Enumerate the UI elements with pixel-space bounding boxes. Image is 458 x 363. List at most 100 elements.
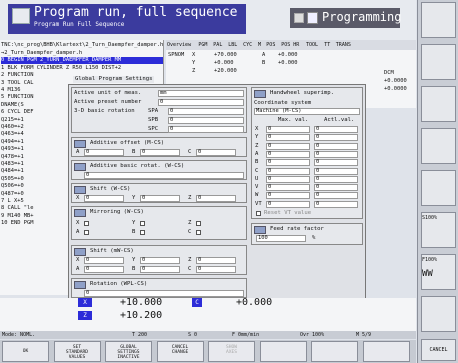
status-tab[interactable]: Overview <box>167 40 191 50</box>
mirror-x-check[interactable] <box>84 221 89 226</box>
status-tab[interactable]: LBL <box>228 40 237 50</box>
softkey[interactable]: OK <box>2 341 49 362</box>
sidebar-mode-button[interactable] <box>421 2 456 38</box>
sidebar-cancel[interactable]: CANCEL <box>421 339 456 361</box>
softkey[interactable]: SHOW AXES <box>208 341 255 362</box>
program-line[interactable]: Q487=+0 <box>1 191 24 198</box>
status-tab[interactable]: TT <box>324 40 330 50</box>
sidebar-display-button[interactable] <box>421 170 456 206</box>
status-tab[interactable]: POS <box>266 40 275 50</box>
program-line[interactable]: Q460=+2 <box>1 124 24 131</box>
feed-field[interactable]: 100 <box>256 235 306 242</box>
sidebar-s-override[interactable]: S100% <box>421 212 456 248</box>
hw-max-field[interactable]: 0 <box>266 142 310 150</box>
status-tab[interactable]: CYC <box>243 40 252 50</box>
program-line[interactable]: 0 BEGIN PGM 2_TURN_DAEMPFER_DAMPER MM <box>1 57 163 65</box>
program-line[interactable]: 7 L X+5 <box>1 198 24 205</box>
axis-b-label: B <box>132 149 136 155</box>
sidebar-axis-button[interactable] <box>421 128 456 164</box>
status-tab[interactable]: PAL <box>213 40 222 50</box>
reset-vt-label: Reset VT value <box>264 210 312 216</box>
mw-a-field[interactable]: 0 <box>84 266 124 273</box>
hw-axis-label: B <box>255 159 259 166</box>
mirror-b-check[interactable] <box>140 230 145 235</box>
program-line[interactable]: Q463=+4 <box>1 131 24 138</box>
program-line[interactable]: Q506=+0 <box>1 183 24 190</box>
status-tab[interactable]: TRANS <box>336 40 351 50</box>
shift-y-field[interactable]: 0 <box>140 195 180 202</box>
mirror-c-check[interactable] <box>196 230 201 235</box>
mw-b-field[interactable]: 0 <box>140 266 180 273</box>
hw-max-field[interactable]: 0 <box>266 200 310 208</box>
program-line[interactable]: 4 M136 <box>1 87 20 94</box>
sidebar-spindle-button[interactable] <box>421 44 456 80</box>
hw-max-field[interactable]: 0 <box>266 134 310 142</box>
spc-field[interactable]: 0 <box>168 126 244 133</box>
mw-z-field[interactable]: 0 <box>196 257 236 264</box>
feed-label: Feed rate factor <box>270 226 324 232</box>
program-line[interactable]: Q483=+1 <box>1 161 24 168</box>
mw-c-field[interactable]: 0 <box>196 266 236 273</box>
program-line[interactable]: Q478=+1 <box>1 154 24 161</box>
program-line[interactable]: Q493=+1 <box>1 146 24 153</box>
status-tab[interactable]: PGM <box>198 40 207 50</box>
hw-max-field[interactable]: 0 <box>266 159 310 167</box>
hw-max-field[interactable]: 0 <box>266 184 310 192</box>
hw-axis-label: W <box>255 192 259 199</box>
mirror-y-check[interactable] <box>140 221 145 226</box>
shift-x-field[interactable]: 0 <box>84 195 124 202</box>
softkey[interactable] <box>259 341 307 362</box>
program-line[interactable]: →2_Turn_Daempfer_damper.h <box>1 50 82 57</box>
status-tabs[interactable]: Overview PGM PAL LBL CYC M POS POS HR TOOL TT TRAN… <box>166 40 416 50</box>
reset-vt-check[interactable] <box>256 211 261 216</box>
program-line[interactable]: 6 CYCL DEF <box>1 109 33 116</box>
mw-a-label: A <box>76 266 80 272</box>
program-line[interactable]: 10 END PGM <box>1 220 33 227</box>
hw-max-field[interactable]: 0 <box>266 175 310 183</box>
status-tab[interactable]: POS HR <box>281 40 299 50</box>
hw-max-field[interactable]: 0 <box>266 167 310 175</box>
mirror-z-check[interactable] <box>196 221 201 226</box>
program-line[interactable]: 2 FUNCTION <box>1 72 33 79</box>
hw-max-field[interactable]: 0 <box>266 192 310 200</box>
offset-a-field[interactable]: 0 <box>84 149 124 156</box>
actl-val-label: Actl.val. <box>324 117 355 123</box>
feed-icon <box>254 226 266 234</box>
programming-mode-button[interactable]: Programming <box>290 8 401 28</box>
program-line[interactable]: 1 BLK FORM CYLINDER Z R50 L150 DIST+2 <box>1 65 121 72</box>
offset-c-field[interactable]: 0 <box>196 149 236 156</box>
softkey[interactable] <box>362 341 410 362</box>
mw-x-field[interactable]: 0 <box>84 257 124 264</box>
program-line[interactable]: Q484=+1 <box>1 168 24 175</box>
status-tab[interactable]: M <box>258 40 261 50</box>
program-line[interactable]: DNAME(S <box>1 102 24 109</box>
basic-rot-field[interactable]: 0 <box>84 172 244 179</box>
sidebar-f-override[interactable]: F100% WW <box>421 254 456 290</box>
softkey[interactable] <box>311 341 358 362</box>
program-line[interactable]: 5 FUNCTION <box>1 94 33 101</box>
program-line[interactable]: 3 TOOL CAL <box>1 80 33 87</box>
coord-sys-select[interactable]: Machine (M-CS) <box>254 108 360 115</box>
rotation-field[interactable]: 0 <box>84 290 244 297</box>
program-line[interactable]: Q494=+1 <box>1 139 24 146</box>
offset-b-field[interactable]: 0 <box>140 149 180 156</box>
spa-field[interactable]: 0 <box>168 108 244 115</box>
mirror-a-check[interactable] <box>84 230 89 235</box>
sidebar-tool-button[interactable] <box>421 86 456 122</box>
shift-z-field[interactable]: 0 <box>196 195 236 202</box>
softkey[interactable]: GLOBAL SETTINGS INACTIVE <box>105 341 152 362</box>
program-line[interactable]: 9 M140 MB+ <box>1 213 33 220</box>
sidebar-extra-button[interactable] <box>421 296 456 332</box>
unit-field[interactable]: mm <box>158 90 244 97</box>
hw-max-field[interactable]: 0 <box>266 150 310 158</box>
preset-field[interactable]: 0 <box>158 99 244 106</box>
softkey[interactable]: CANCEL CHANGE <box>156 341 204 362</box>
status-tab[interactable]: TOOL <box>306 40 318 50</box>
hw-max-field[interactable]: 0 <box>266 126 310 133</box>
softkey[interactable]: SET STANDARD VALUES <box>53 341 101 362</box>
program-line[interactable]: Q505=+0 <box>1 176 24 183</box>
program-line[interactable]: 8 CALL "le <box>1 205 33 212</box>
spb-field[interactable]: 0 <box>168 117 244 124</box>
program-line[interactable]: Q215=+1 <box>1 117 24 124</box>
mw-y-field[interactable]: 0 <box>140 257 180 264</box>
